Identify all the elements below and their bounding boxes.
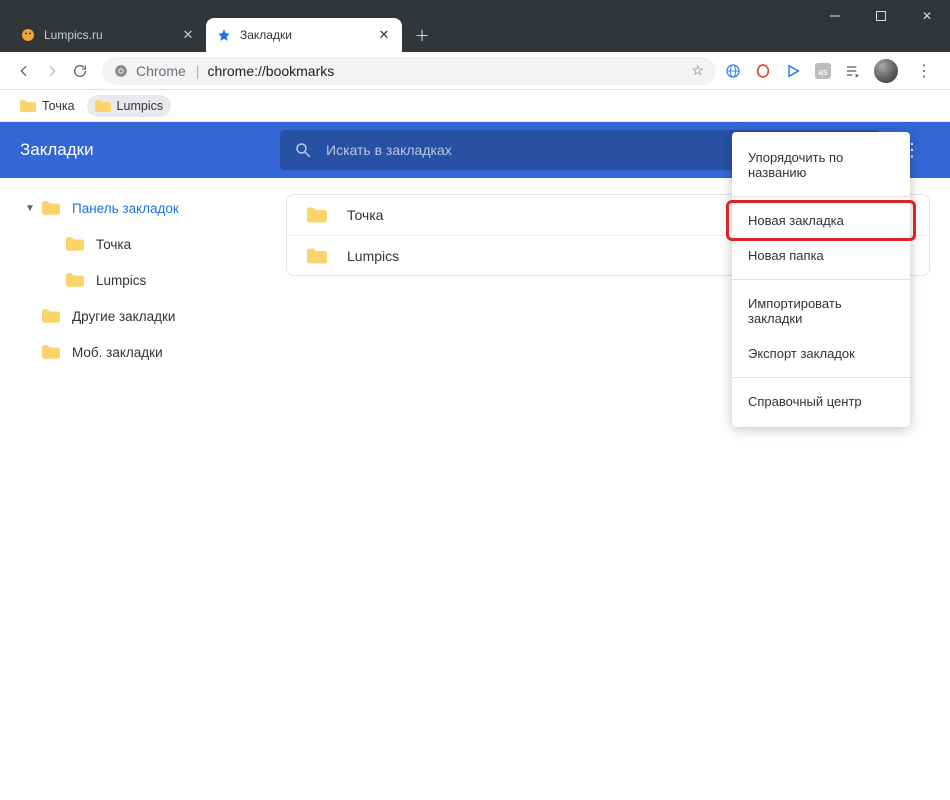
window-controls: ✕ (812, 0, 950, 32)
bookmark-star-button[interactable]: ☆ (691, 62, 704, 79)
forward-button[interactable] (38, 57, 66, 85)
reload-button[interactable] (66, 57, 94, 85)
tree-item-other-bookmarks[interactable]: Другие закладки (0, 298, 278, 334)
bookmarks-bar: Точка Lumpics (0, 90, 950, 122)
menu-separator (732, 279, 910, 280)
tree-item-label: Панель закладок (72, 201, 179, 216)
tab-strip: Lumpics.ru ✕ Закладки ✕ ＋ (0, 0, 436, 52)
omnibox[interactable]: Chrome | chrome://bookmarks ☆ (102, 57, 716, 85)
organize-context-menu: Упорядочить по названию Новая закладка Н… (732, 132, 910, 427)
tree-item-mobile-bookmarks[interactable]: Моб. закладки (0, 334, 278, 370)
chrome-icon (114, 64, 128, 78)
menu-separator (732, 377, 910, 378)
address-bar: Chrome | chrome://bookmarks ☆ as ⋮ (0, 52, 950, 90)
folder-icon (42, 201, 60, 215)
menu-item-import[interactable]: Импортировать закладки (732, 286, 910, 336)
list-item-label: Точка (347, 207, 383, 223)
folder-icon (66, 237, 84, 251)
extension-icons: as ⋮ (724, 57, 940, 85)
tree-item-label: Моб. закладки (72, 345, 163, 360)
close-icon[interactable]: ✕ (376, 27, 392, 43)
folder-icon (95, 100, 111, 112)
minimize-button[interactable] (812, 0, 858, 32)
tab-lumpics[interactable]: Lumpics.ru ✕ (10, 18, 206, 52)
extension-icon-play[interactable] (784, 62, 802, 80)
extension-icon-opera[interactable] (754, 62, 772, 80)
extension-icon-lastfm[interactable]: as (814, 62, 832, 80)
extension-icon-globe[interactable] (724, 62, 742, 80)
url-scheme: Chrome (136, 63, 186, 79)
svg-text:as: as (818, 67, 828, 77)
menu-item-sort[interactable]: Упорядочить по названию (732, 140, 910, 190)
tree-item-bookmarks-bar[interactable]: ▼ Панель закладок (0, 190, 278, 226)
search-icon (294, 141, 312, 159)
folder-icon (42, 345, 60, 359)
list-item-label: Lumpics (347, 248, 399, 264)
chevron-down-icon[interactable]: ▼ (18, 203, 42, 214)
tab-label: Lumpics.ru (44, 28, 180, 42)
chrome-menu-button[interactable]: ⋮ (910, 57, 938, 85)
bookmarks-bar-label: Точка (42, 99, 75, 113)
tab-label: Закладки (240, 28, 376, 42)
tree-item-label: Lumpics (96, 273, 146, 288)
url-separator: | (196, 63, 200, 79)
new-tab-button[interactable]: ＋ (408, 21, 436, 49)
profile-avatar[interactable] (874, 59, 898, 83)
folder-tree: ▼ Панель закладок Точка Lumpics Другие з… (0, 178, 278, 800)
close-icon[interactable]: ✕ (180, 27, 196, 43)
tree-item-label: Точка (96, 237, 131, 252)
menu-item-help[interactable]: Справочный центр (732, 384, 910, 419)
url-path: chrome://bookmarks (207, 63, 334, 79)
folder-icon (307, 248, 327, 264)
folder-icon (307, 207, 327, 223)
folder-icon (20, 100, 36, 112)
tab-bookmarks[interactable]: Закладки ✕ (206, 18, 402, 52)
page-title: Закладки (20, 140, 280, 160)
tree-item-label: Другие закладки (72, 309, 175, 324)
menu-item-export[interactable]: Экспорт закладок (732, 336, 910, 371)
bookmarks-bar-item[interactable]: Lumpics (87, 95, 172, 117)
window-titlebar: Lumpics.ru ✕ Закладки ✕ ＋ ✕ (0, 0, 950, 52)
menu-separator (732, 196, 910, 197)
tree-item[interactable]: Точка (0, 226, 278, 262)
tree-item[interactable]: Lumpics (0, 262, 278, 298)
star-favicon (216, 27, 232, 43)
menu-item-new-folder[interactable]: Новая папка (732, 238, 910, 273)
maximize-button[interactable] (858, 0, 904, 32)
folder-icon (42, 309, 60, 323)
extension-icon-playlist[interactable] (844, 62, 862, 80)
back-button[interactable] (10, 57, 38, 85)
menu-item-new-bookmark[interactable]: Новая закладка (732, 203, 910, 238)
folder-icon (66, 273, 84, 287)
close-window-button[interactable]: ✕ (904, 0, 950, 32)
bookmarks-bar-label: Lumpics (117, 99, 164, 113)
lumpics-favicon (20, 27, 36, 43)
bookmarks-bar-item[interactable]: Точка (12, 95, 83, 117)
